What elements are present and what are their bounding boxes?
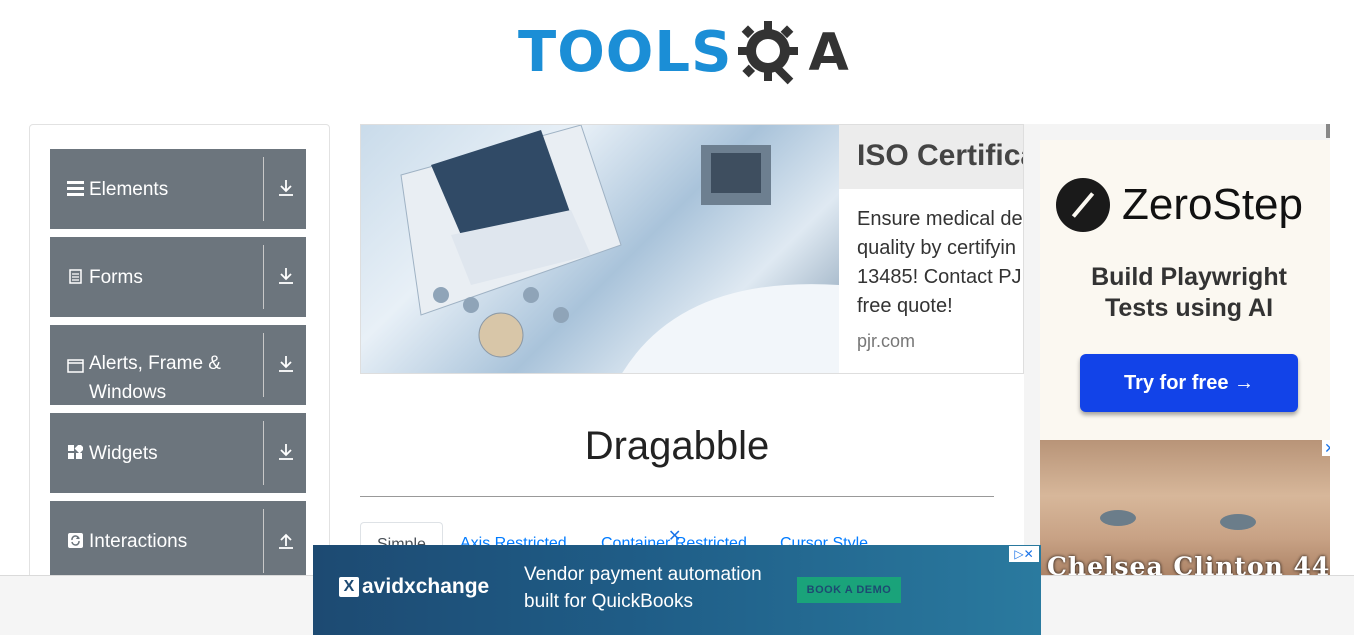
left-sidebar: Elements Forms Alerts, Frame & Windows W… bbox=[29, 124, 330, 594]
document-icon bbox=[66, 267, 84, 285]
window-icon bbox=[66, 357, 84, 375]
divider bbox=[263, 245, 264, 309]
toolsqa-logo[interactable]: TOOLS A bbox=[518, 16, 849, 90]
ad-close-icon[interactable]: ✕ bbox=[1322, 440, 1330, 456]
logo-text-tools: TOOLS bbox=[518, 20, 733, 85]
download-arrow-icon[interactable] bbox=[278, 355, 298, 377]
ad-copy: Vendor payment automation built for Quic… bbox=[524, 564, 762, 612]
close-icon[interactable]: ✕ bbox=[668, 526, 681, 546]
sidebar-group-elements[interactable]: Elements bbox=[50, 149, 306, 229]
avidxchange-ad[interactable]: X avidxchange Vendor payment automation … bbox=[313, 545, 1041, 635]
sidebar-group-label: Forms bbox=[89, 267, 143, 288]
ad-body-text: Ensure medical de quality by certifyin 1… bbox=[857, 208, 1023, 317]
menu-icon bbox=[66, 179, 84, 197]
page-title: Dragabble bbox=[584, 424, 770, 468]
divider bbox=[263, 333, 264, 397]
sidebar-group-label: Widgets bbox=[89, 443, 158, 464]
zerostep-ad[interactable]: ZeroStep Build Playwright Tests using AI… bbox=[1040, 140, 1330, 440]
download-arrow-icon[interactable] bbox=[278, 179, 298, 201]
photo-detail bbox=[1220, 514, 1256, 530]
logo-text-qa: A bbox=[808, 23, 849, 83]
title-divider bbox=[360, 496, 994, 497]
widgets-icon bbox=[66, 443, 84, 461]
ad-domain: pjr.com bbox=[857, 331, 916, 351]
divider bbox=[263, 509, 264, 573]
site-header: TOOLS A bbox=[0, 0, 1354, 110]
avidxchange-brand: avidxchange bbox=[362, 575, 490, 598]
download-arrow-icon[interactable] bbox=[278, 443, 298, 465]
zerostep-logo-icon bbox=[1056, 178, 1110, 232]
upload-arrow-icon[interactable] bbox=[278, 531, 298, 553]
celebrity-photo-ad[interactable]: Chelsea Clinton 44, ✕ bbox=[1040, 440, 1330, 575]
zerostep-brand: ZeroStep bbox=[1122, 180, 1303, 229]
sidebar-group-widgets[interactable]: Widgets bbox=[50, 413, 306, 493]
photo-caption: Chelsea Clinton 44, bbox=[1047, 552, 1330, 575]
gear-magnifier-icon bbox=[738, 21, 799, 85]
try-for-free-button[interactable]: Try for free → bbox=[1080, 354, 1298, 412]
scrollbar-thumb[interactable] bbox=[1326, 124, 1330, 138]
sidebar-group-forms[interactable]: Forms bbox=[50, 237, 306, 317]
medical-equipment-image bbox=[361, 125, 839, 373]
sidebar-group-interactions[interactable]: Interactions bbox=[50, 501, 306, 581]
sidebar-group-label: Interactions bbox=[89, 531, 188, 552]
adchoices-icon[interactable]: ▷✕ bbox=[1009, 546, 1039, 562]
zerostep-tagline: Build Playwright Tests using AI bbox=[1091, 263, 1287, 322]
divider bbox=[263, 157, 264, 221]
download-arrow-icon[interactable] bbox=[278, 267, 298, 289]
divider bbox=[263, 421, 264, 485]
right-ad-panel: ZeroStep Build Playwright Tests using AI… bbox=[1024, 124, 1330, 575]
avidxchange-logo: X avidxchange bbox=[339, 575, 489, 599]
sidebar-group-label: Elements bbox=[89, 179, 169, 200]
photo-detail bbox=[1100, 510, 1136, 526]
refresh-icon bbox=[66, 531, 84, 549]
book-a-demo-button[interactable]: BOOK A DEMO bbox=[797, 577, 901, 603]
sidebar-group-alerts-frame-windows[interactable]: Alerts, Frame & Windows bbox=[50, 325, 306, 405]
sidebar-group-label: Alerts, Frame & Windows bbox=[89, 353, 221, 403]
avidxchange-x-icon: X bbox=[339, 577, 359, 597]
ad-headline: ISO Certifica bbox=[857, 139, 1024, 172]
iso-certification-ad[interactable]: ISO Certifica Ensure medical de quality … bbox=[360, 124, 1024, 374]
